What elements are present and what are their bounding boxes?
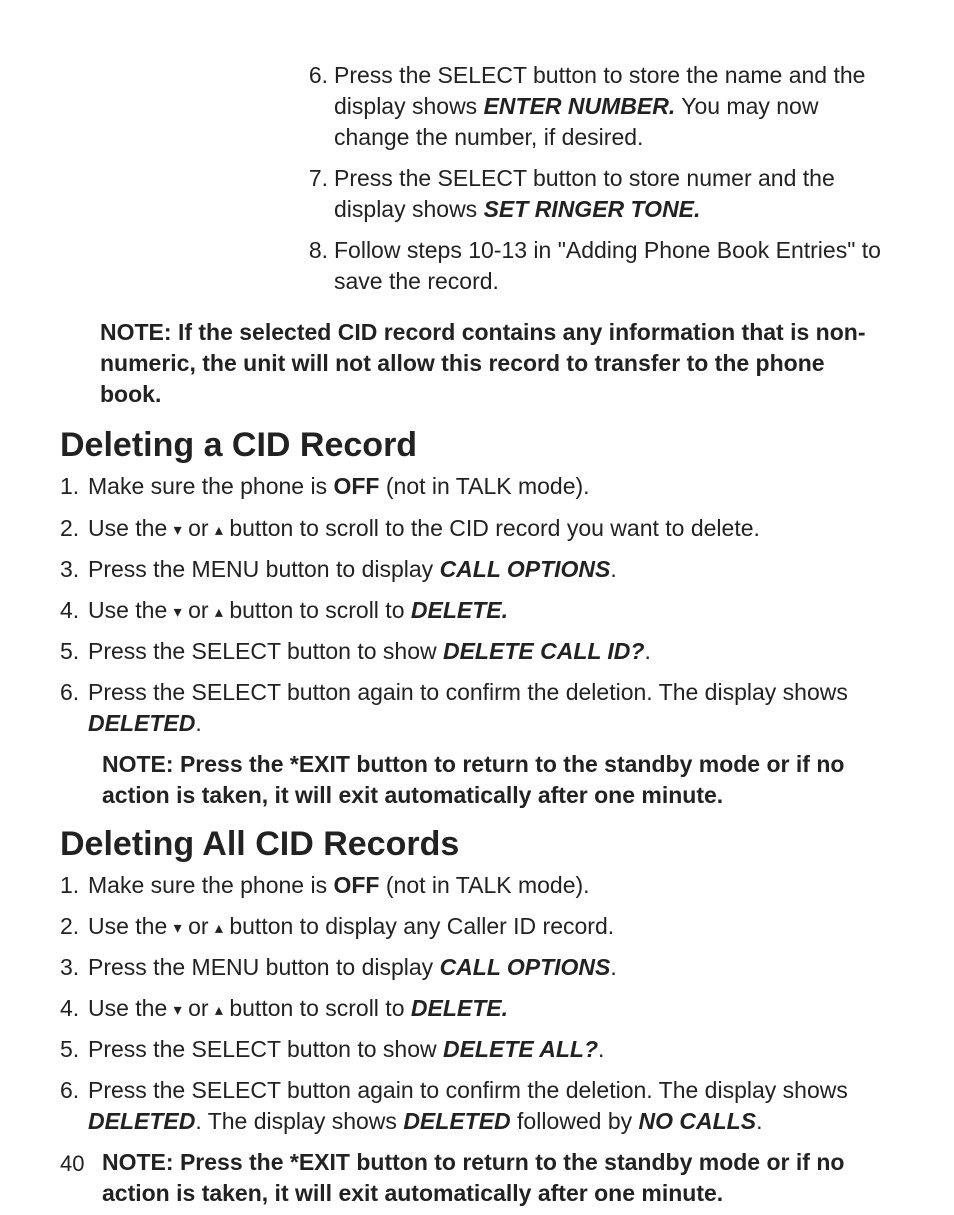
top-numbered-list: 6.Press the SELECT button to store the n… xyxy=(300,60,894,297)
heading-deleting-cid-record: Deleting a CID Record xyxy=(60,426,894,465)
list-text: Use the ▾ or ▴ button to scroll to DELET… xyxy=(88,993,894,1024)
list-number: 3. xyxy=(60,952,82,983)
list-number: 4. xyxy=(60,595,82,626)
note-block: NOTE: Press the *EXIT button to return t… xyxy=(102,1147,874,1209)
list-number: 2. xyxy=(60,911,82,942)
list-text: Use the ▾ or ▴ button to display any Cal… xyxy=(88,911,894,942)
note-block: NOTE: If the selected CID record contain… xyxy=(100,317,874,410)
list-item: 4.Use the ▾ or ▴ button to scroll to DEL… xyxy=(60,595,894,626)
list-number: 2. xyxy=(60,513,82,544)
list-item: 8.Follow steps 10-13 in "Adding Phone Bo… xyxy=(300,235,894,297)
list-text: Use the ▾ or ▴ button to scroll to the C… xyxy=(88,513,894,544)
list-item: 3.Press the MENU button to display CALL … xyxy=(60,554,894,585)
down-arrow-icon: ▾ xyxy=(174,920,182,937)
list-text: Press the SELECT button again to confirm… xyxy=(88,677,894,739)
list-text: Press the SELECT button to store the nam… xyxy=(334,60,894,153)
list-item: 6.Press the SELECT button to store the n… xyxy=(300,60,894,153)
list-text: Press the MENU button to display CALL OP… xyxy=(88,952,894,983)
list-item: 6.Press the SELECT button again to confi… xyxy=(60,677,894,739)
list-text: Follow steps 10-13 in "Adding Phone Book… xyxy=(334,235,894,297)
list-number: 6. xyxy=(60,677,82,739)
down-arrow-icon: ▾ xyxy=(174,604,182,621)
list-text: Make sure the phone is OFF (not in TALK … xyxy=(88,870,894,901)
ordered-list-deleting-all-cid: 1.Make sure the phone is OFF (not in TAL… xyxy=(60,870,894,1137)
list-number: 5. xyxy=(60,636,82,667)
list-item: 5.Press the SELECT button to show DELETE… xyxy=(60,636,894,667)
up-arrow-icon: ▴ xyxy=(215,522,223,539)
list-item: 1.Make sure the phone is OFF (not in TAL… xyxy=(60,870,894,901)
list-text: Press the MENU button to display CALL OP… xyxy=(88,554,894,585)
list-number: 3. xyxy=(60,554,82,585)
list-number: 6. xyxy=(60,1075,82,1137)
down-arrow-icon: ▾ xyxy=(174,1002,182,1019)
list-item: 2.Use the ▾ or ▴ button to scroll to the… xyxy=(60,513,894,544)
list-item: 1.Make sure the phone is OFF (not in TAL… xyxy=(60,471,894,502)
list-item: 4.Use the ▾ or ▴ button to scroll to DEL… xyxy=(60,993,894,1024)
list-number: 6. xyxy=(300,60,328,153)
list-item: 7.Press the SELECT button to store numer… xyxy=(300,163,894,225)
page-number: 40 xyxy=(60,1151,84,1177)
list-item: 3.Press the MENU button to display CALL … xyxy=(60,952,894,983)
heading-deleting-all-cid-records: Deleting All CID Records xyxy=(60,825,894,864)
list-text: Press the SELECT button again to confirm… xyxy=(88,1075,894,1137)
down-arrow-icon: ▾ xyxy=(174,522,182,539)
list-number: 7. xyxy=(300,163,328,225)
up-arrow-icon: ▴ xyxy=(215,920,223,937)
up-arrow-icon: ▴ xyxy=(215,604,223,621)
list-text: Press the SELECT button to store numer a… xyxy=(334,163,894,225)
list-number: 1. xyxy=(60,870,82,901)
list-text: Press the SELECT button to show DELETE C… xyxy=(88,636,894,667)
list-text: Press the SELECT button to show DELETE A… xyxy=(88,1034,894,1065)
ordered-list-deleting-cid: 1.Make sure the phone is OFF (not in TAL… xyxy=(60,471,894,738)
list-text: Make sure the phone is OFF (not in TALK … xyxy=(88,471,894,502)
up-arrow-icon: ▴ xyxy=(215,1002,223,1019)
note-block: NOTE: Press the *EXIT button to return t… xyxy=(102,749,874,811)
list-item: 6.Press the SELECT button again to confi… xyxy=(60,1075,894,1137)
list-number: 4. xyxy=(60,993,82,1024)
list-number: 5. xyxy=(60,1034,82,1065)
list-item: 5.Press the SELECT button to show DELETE… xyxy=(60,1034,894,1065)
list-text: Use the ▾ or ▴ button to scroll to DELET… xyxy=(88,595,894,626)
list-number: 1. xyxy=(60,471,82,502)
list-number: 8. xyxy=(300,235,328,297)
list-item: 2.Use the ▾ or ▴ button to display any C… xyxy=(60,911,894,942)
